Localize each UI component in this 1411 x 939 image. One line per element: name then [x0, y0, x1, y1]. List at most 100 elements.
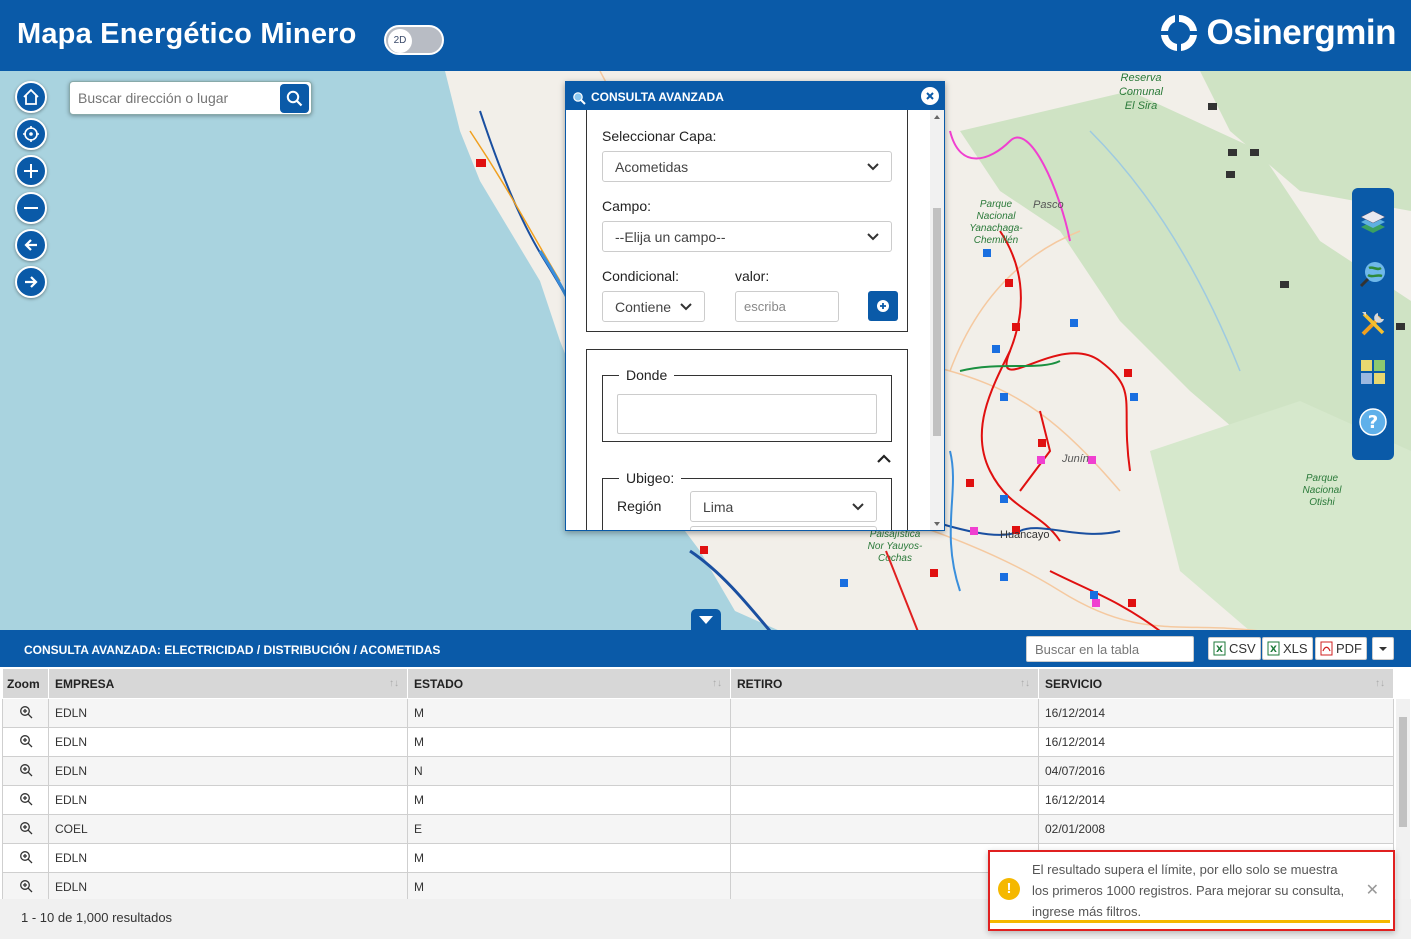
plus-circle-icon: [877, 300, 889, 312]
layers-button[interactable]: [1357, 208, 1389, 240]
tools-button[interactable]: [1357, 308, 1389, 340]
zoom-cell[interactable]: [2, 872, 49, 902]
dialog-header[interactable]: CONSULTA AVANZADA: [566, 82, 944, 110]
zoom-in-icon[interactable]: [19, 850, 33, 864]
help-button[interactable]: ?: [1357, 406, 1389, 438]
column-header-empresa[interactable]: EMPRESA ↑↓: [48, 668, 408, 699]
condition-select[interactable]: Contiene: [602, 291, 705, 322]
export-pdf-button[interactable]: PDF: [1315, 637, 1367, 660]
osinergmin-logo-icon: [1160, 14, 1197, 51]
zoom-cell[interactable]: [2, 727, 49, 757]
cell-retiro: [730, 727, 1039, 757]
zoom-in-icon[interactable]: [19, 879, 33, 893]
add-condition-button[interactable]: [868, 291, 898, 321]
address-search-button[interactable]: [280, 84, 309, 113]
svg-text:X: X: [1270, 645, 1277, 655]
next-extent-button[interactable]: [15, 266, 47, 298]
ubigeo-fieldset: Ubigeo: Región Lima: [602, 470, 892, 530]
zoom-cell[interactable]: [2, 843, 49, 873]
table-search-input[interactable]: Buscar en la tabla: [1026, 636, 1194, 662]
base-map-button[interactable]: [1357, 258, 1389, 290]
toast-close-button[interactable]: ✕: [1366, 880, 1379, 900]
cell-empresa: EDLN: [48, 698, 408, 728]
zoom-in-icon[interactable]: [19, 734, 33, 748]
wrench-screwdriver-icon: [1361, 312, 1385, 336]
sort-icon: ↑↓: [712, 678, 722, 689]
column-header-servicio[interactable]: SERVICIO ↑↓: [1038, 668, 1394, 699]
cell-retiro: [730, 814, 1039, 844]
export-pdf-label: PDF: [1336, 641, 1362, 656]
table-row[interactable]: COEL E 02/01/2008: [2, 814, 1394, 844]
table-row[interactable]: EDLN M 16/12/2014: [2, 698, 1394, 728]
where-fieldset: Donde: [602, 367, 892, 442]
close-icon: [926, 92, 934, 100]
chevron-up-icon[interactable]: [877, 454, 891, 464]
panel-options-button[interactable]: [1372, 637, 1394, 660]
excel-file-icon: X: [1213, 641, 1226, 656]
region-select[interactable]: Lima: [690, 491, 877, 522]
table-scrollbar[interactable]: [1396, 699, 1410, 899]
column-header-retiro[interactable]: RETIRO ↑↓: [730, 668, 1039, 699]
zoom-in-icon[interactable]: [19, 792, 33, 806]
cell-retiro: [730, 698, 1039, 728]
province-select[interactable]: [690, 526, 877, 530]
cell-estado: M: [407, 872, 731, 902]
caret-down-icon: [1379, 646, 1387, 651]
brand-name: Osinergmin: [1206, 13, 1397, 52]
filter-group: Donde Ubigeo: Región Lima: [586, 349, 908, 530]
cell-estado: M: [407, 843, 731, 873]
zoom-cell[interactable]: [2, 698, 49, 728]
arrow-left-icon: [24, 239, 37, 251]
pdf-file-icon: [1320, 641, 1333, 656]
zoom-cell[interactable]: [2, 814, 49, 844]
table-row[interactable]: EDLN M 16/12/2014: [2, 785, 1394, 815]
layer-select-value: Acometidas: [615, 158, 689, 175]
minus-icon: [24, 207, 38, 209]
locate-button[interactable]: [15, 118, 47, 150]
chevron-down-icon: [852, 502, 864, 510]
table-row[interactable]: EDLN N 04/07/2016: [2, 756, 1394, 786]
home-icon: [23, 88, 39, 105]
zoom-in-icon[interactable]: [19, 705, 33, 719]
svg-text:?: ?: [1368, 412, 1378, 433]
zoom-in-icon[interactable]: [19, 821, 33, 835]
zoom-out-button[interactable]: [15, 192, 47, 224]
zoom-cell[interactable]: [2, 756, 49, 786]
scroll-down-icon[interactable]: [930, 519, 944, 529]
cell-estado: M: [407, 727, 731, 757]
map-gallery-button[interactable]: [1357, 356, 1389, 388]
zoom-in-icon[interactable]: [19, 763, 33, 777]
where-textarea[interactable]: [617, 394, 877, 434]
layers-icon: [1360, 210, 1386, 233]
export-csv-button[interactable]: X CSV: [1208, 637, 1261, 660]
address-search-input[interactable]: [76, 86, 276, 110]
previous-extent-button[interactable]: [15, 229, 47, 261]
search-icon: [286, 90, 303, 107]
export-xls-button[interactable]: X XLS: [1262, 637, 1313, 660]
condition-select-value: Contiene: [615, 298, 672, 315]
zoom-in-button[interactable]: [15, 155, 47, 187]
cell-estado: M: [407, 698, 731, 728]
ubigeo-legend: Ubigeo:: [626, 470, 675, 486]
cell-empresa: EDLN: [48, 756, 408, 786]
value-input[interactable]: escriba: [735, 291, 839, 322]
zoom-cell[interactable]: [2, 785, 49, 815]
cell-estado: N: [407, 756, 731, 786]
collapse-panel-button[interactable]: [691, 609, 721, 631]
dialog-close-button[interactable]: [921, 87, 939, 105]
layer-select[interactable]: Acometidas: [602, 151, 892, 182]
scroll-up-icon[interactable]: [930, 112, 944, 122]
field-select[interactable]: --Elija un campo--: [602, 221, 892, 252]
region-select-value: Lima: [703, 498, 734, 515]
view-mode-toggle[interactable]: 2D: [384, 25, 444, 55]
home-button[interactable]: [15, 81, 47, 113]
map-label-nor-yauyos: Paisajística Nor Yauyos-Cochas: [867, 529, 923, 564]
table-scroll-thumb[interactable]: [1399, 717, 1407, 827]
table-row[interactable]: EDLN M 16/12/2014: [2, 727, 1394, 757]
dialog-scroll-thumb[interactable]: [933, 208, 941, 436]
map-label-huancayo: Huancayo: [1000, 529, 1050, 541]
sort-icon: ↑↓: [1375, 678, 1385, 689]
column-header-estado[interactable]: ESTADO ↑↓: [407, 668, 731, 699]
sort-icon: ↑↓: [1020, 678, 1030, 689]
dialog-scrollbar[interactable]: [930, 110, 944, 530]
